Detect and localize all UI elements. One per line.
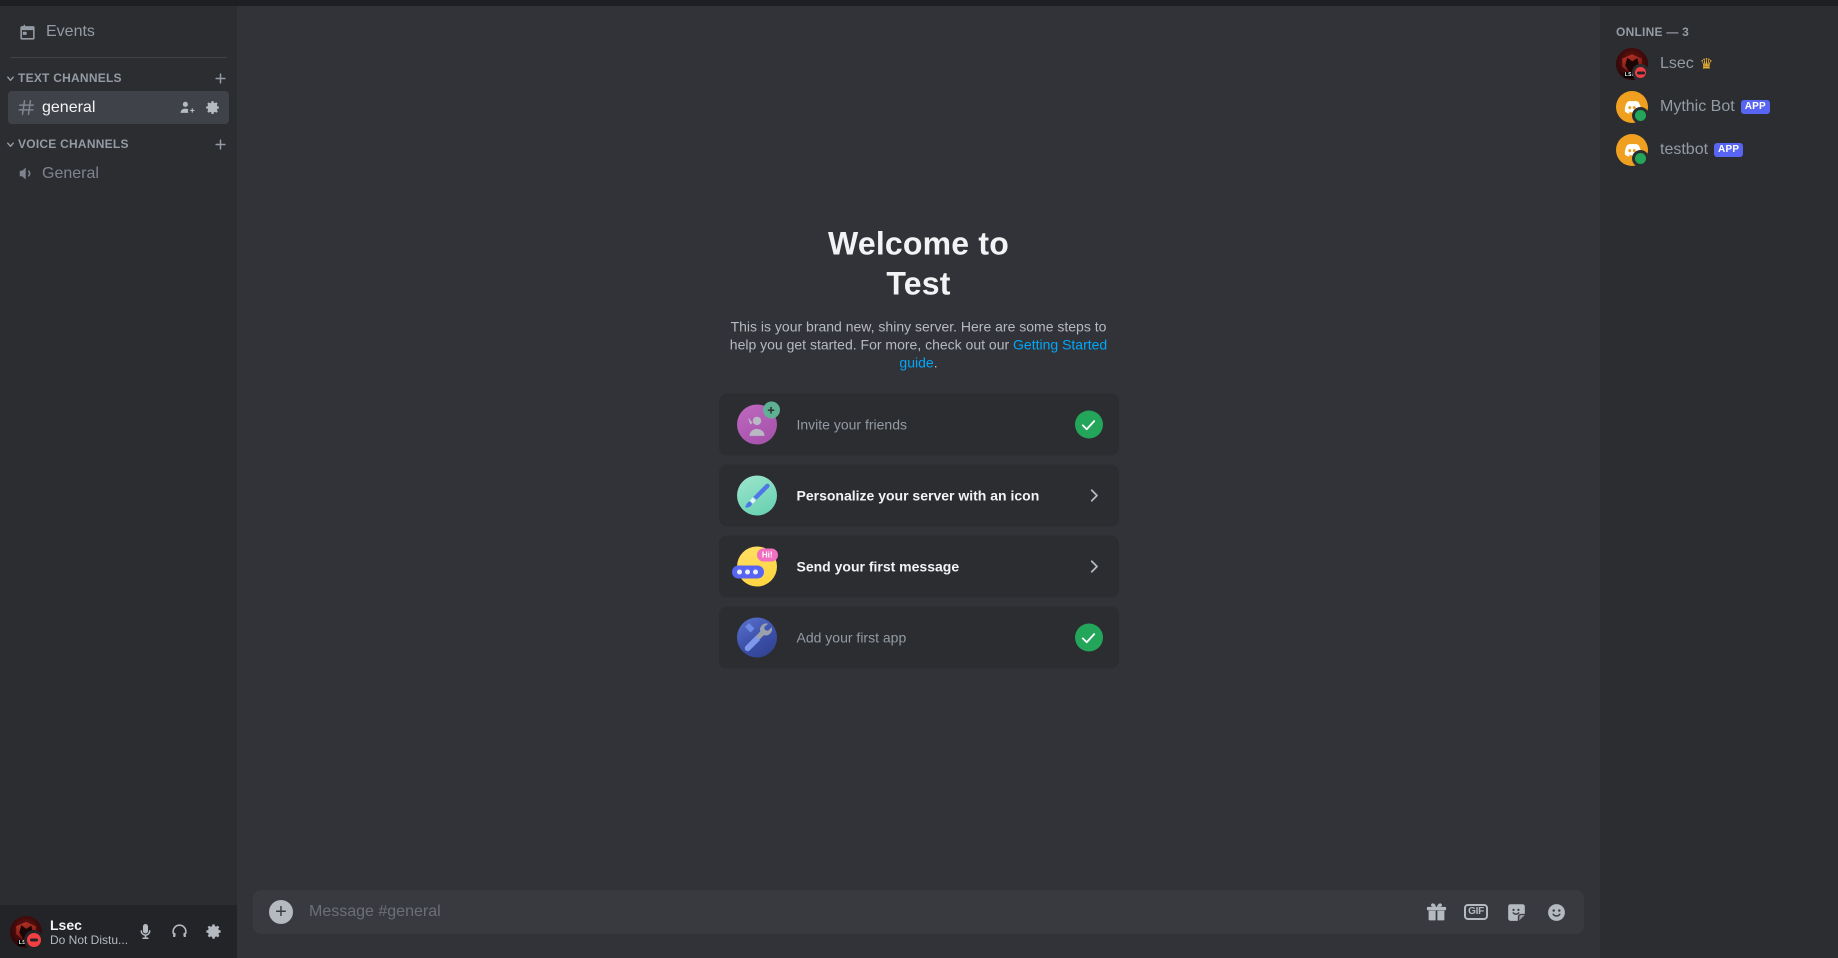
voice-channel-name-general: General — [42, 164, 99, 182]
member-list-panel: ONLINE — 3 LSEC Lsec ♛ — [1600, 0, 1838, 958]
avatar: LSEC — [1616, 48, 1649, 81]
list-item member-lsec[interactable]: LSEC Lsec ♛ — [1608, 43, 1830, 85]
status-badge-dnd — [24, 929, 44, 950]
crown-icon: ♛ — [1699, 55, 1714, 73]
plus-badge-icon: + — [762, 401, 780, 419]
status-badge-online — [1632, 150, 1649, 167]
sidebar-item-events[interactable]: Events — [8, 15, 229, 49]
onboarding-card-list: + Invite your friends Personalize your s… — [718, 393, 1119, 669]
plus-circle-icon[interactable]: + — [269, 900, 293, 924]
sidebar-divider — [10, 57, 227, 58]
welcome-title-line1: Welcome to — [828, 225, 1009, 262]
avatar[interactable]: LSEC — [10, 915, 44, 950]
member-name-row: testbot APP — [1660, 141, 1744, 159]
emoji-button[interactable] — [1544, 900, 1568, 924]
onboarding-card-personalize-server[interactable]: Personalize your server with an icon — [718, 464, 1119, 527]
avatar — [1616, 91, 1649, 124]
hi-bubble-label: Hi! — [756, 548, 778, 562]
user-panel: LSEC Lsec Do Not Distu... — [0, 905, 237, 958]
gif-button[interactable]: GIF — [1464, 900, 1488, 924]
member-name: Mythic Bot — [1660, 98, 1735, 115]
onboarding-card-action[interactable] — [1075, 487, 1103, 505]
status-badge app-badge: APP — [1714, 143, 1744, 157]
channel-name-general: general — [42, 98, 96, 116]
chevron-down-icon — [4, 72, 16, 84]
onboarding-card-label: Invite your friends — [796, 416, 908, 433]
wrench-app-icon — [736, 617, 777, 658]
chevron-down-icon — [4, 138, 16, 150]
member-name: Lsec — [1660, 55, 1694, 72]
search-input message-input[interactable]: Message #general — [309, 890, 1412, 934]
sidebar-item-events-label: Events — [46, 23, 95, 40]
channel-actions — [179, 99, 221, 116]
user-panel-buttons — [129, 916, 229, 948]
page-title: Welcome to Test — [828, 224, 1009, 304]
member-name: testbot — [1660, 141, 1709, 158]
member-list-header: ONLINE — 3 — [1616, 25, 1690, 39]
category-text-channels[interactable]: TEXT CHANNELS — [0, 66, 237, 90]
chevron-right-icon — [1085, 558, 1103, 576]
sidebar-item-voice-general[interactable]: General — [8, 157, 229, 190]
member-name-row: Lsec ♛ — [1660, 55, 1713, 73]
add-voice-channel-button[interactable] — [211, 135, 229, 153]
user-panel-names: Lsec Do Not Distu... — [50, 916, 129, 947]
welcome-description-period: . — [933, 354, 938, 371]
gift-button[interactable] — [1424, 900, 1448, 924]
chevron-right-icon — [1085, 487, 1103, 505]
sticker-button[interactable] — [1504, 900, 1528, 924]
gif-label: GIF — [1464, 904, 1488, 920]
list-item member-testbot[interactable]: testbot APP — [1608, 129, 1830, 171]
channel-sidebar: Events TEXT CHANNELS general VOICE CHANN… — [0, 0, 237, 958]
welcome-title-line2: Test — [886, 265, 951, 302]
welcome-description: This is your brand new, shiny server. He… — [729, 318, 1109, 372]
category-voice-channels-label: VOICE CHANNELS — [18, 137, 129, 151]
onboarding-card-add-first-app[interactable]: Add your first app — [718, 606, 1119, 669]
hash-icon — [16, 98, 36, 118]
user-panel-status: Do Not Distu... — [50, 934, 129, 947]
status-badge app-badge: APP — [1740, 100, 1770, 114]
invite-friends-icon: + — [736, 401, 780, 445]
sidebar-item-channel-general[interactable]: general — [8, 91, 229, 124]
composer-buttons: GIF — [1424, 900, 1568, 924]
channel-list-scroll[interactable]: Events TEXT CHANNELS general VOICE CHANN… — [0, 6, 237, 905]
onboarding-card-send-first-message[interactable]: Hi! Send your first message — [718, 535, 1119, 598]
onboarding-card-action[interactable] — [1075, 558, 1103, 576]
discord-app-window: Events TEXT CHANNELS general VOICE CHANN… — [0, 0, 1838, 958]
check-circle-icon — [1074, 623, 1103, 652]
onboarding-card-action[interactable] — [1074, 623, 1103, 652]
check-circle-icon — [1074, 410, 1103, 439]
user-settings-gear-button[interactable] — [197, 916, 229, 948]
onboarding-card-invite-friends[interactable]: + Invite your friends — [718, 393, 1119, 456]
server-welcome-block: Welcome to Test This is your brand new, … — [237, 224, 1600, 673]
composer-wrapper: + Message #general GIF — [237, 890, 1600, 958]
calendar-icon — [16, 21, 38, 43]
member-name-row: Mythic Bot APP — [1660, 98, 1770, 116]
avatar — [1616, 134, 1649, 167]
list-item member-mythic-bot[interactable]: Mythic Bot APP — [1608, 86, 1830, 128]
message-composer[interactable]: + Message #general GIF — [253, 890, 1584, 934]
edit-channel-gear-icon[interactable] — [204, 99, 221, 116]
onboarding-card-label: Add your first app — [796, 629, 907, 646]
typing-indicator-bubble — [731, 565, 764, 579]
user-panel-username: Lsec — [50, 917, 82, 933]
deafen-button[interactable] — [163, 916, 195, 948]
category-voice-channels[interactable]: VOICE CHANNELS — [0, 132, 237, 156]
speaker-icon — [16, 164, 36, 184]
category-text-channels-label: TEXT CHANNELS — [18, 71, 122, 85]
chat-bubble-icon: Hi! — [731, 546, 778, 587]
status-badge-dnd — [1632, 64, 1649, 81]
main-chat-area: Welcome to Test This is your brand new, … — [237, 0, 1600, 958]
onboarding-card-label: Send your first message — [796, 558, 960, 575]
create-invite-icon[interactable] — [179, 99, 196, 116]
mute-button[interactable] — [129, 916, 161, 948]
onboarding-card-action[interactable] — [1074, 410, 1103, 439]
message-area: Welcome to Test This is your brand new, … — [237, 6, 1600, 890]
paintbrush-icon — [736, 475, 777, 516]
add-text-channel-button[interactable] — [211, 69, 229, 87]
onboarding-card-label: Personalize your server with an icon — [796, 487, 1040, 504]
status-badge-online — [1632, 107, 1649, 124]
